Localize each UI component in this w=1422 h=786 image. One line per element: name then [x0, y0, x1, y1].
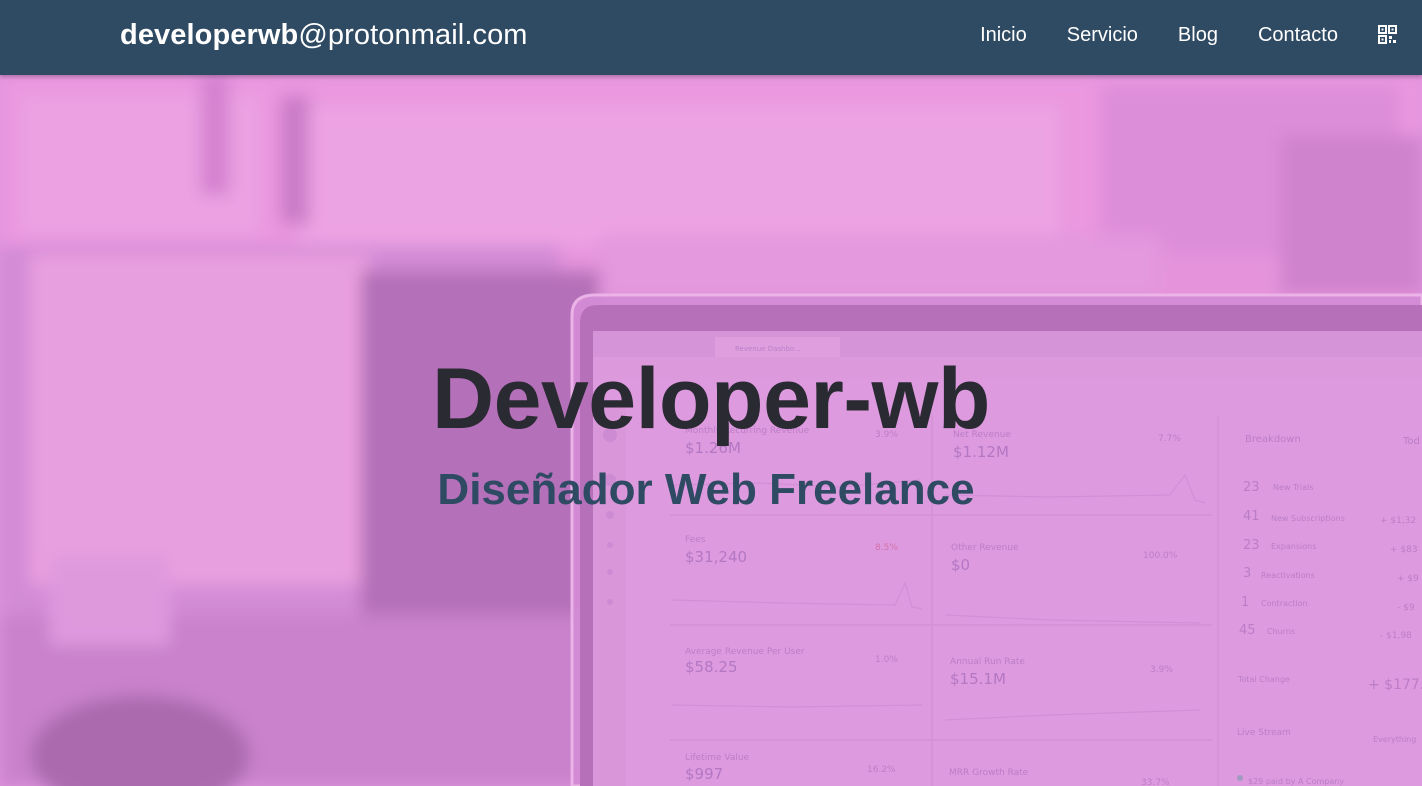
nav-links: Inicio Servicio Blog Contacto [940, 24, 1398, 47]
nav-link-blog[interactable]: Blog [1178, 24, 1218, 47]
hero-subtitle: Diseñador Web Freelance [437, 465, 975, 514]
brand-email[interactable]: developerwb@protonmail.com [120, 19, 528, 52]
brand-domain: @protonmail.com [298, 19, 528, 51]
brand-user: developerwb [120, 19, 299, 51]
top-navbar: developerwb@protonmail.com Inicio Servic… [0, 0, 1422, 75]
nav-link-contacto[interactable]: Contacto [1258, 24, 1338, 47]
hero-title: Developer-wb [432, 351, 990, 447]
qr-code-icon[interactable] [1378, 24, 1398, 47]
nav-link-inicio[interactable]: Inicio [980, 24, 1027, 47]
nav-link-servicio[interactable]: Servicio [1067, 24, 1138, 47]
hero-section: Revenue Dashbo... Monthly Recurring Reve… [0, 75, 1422, 786]
